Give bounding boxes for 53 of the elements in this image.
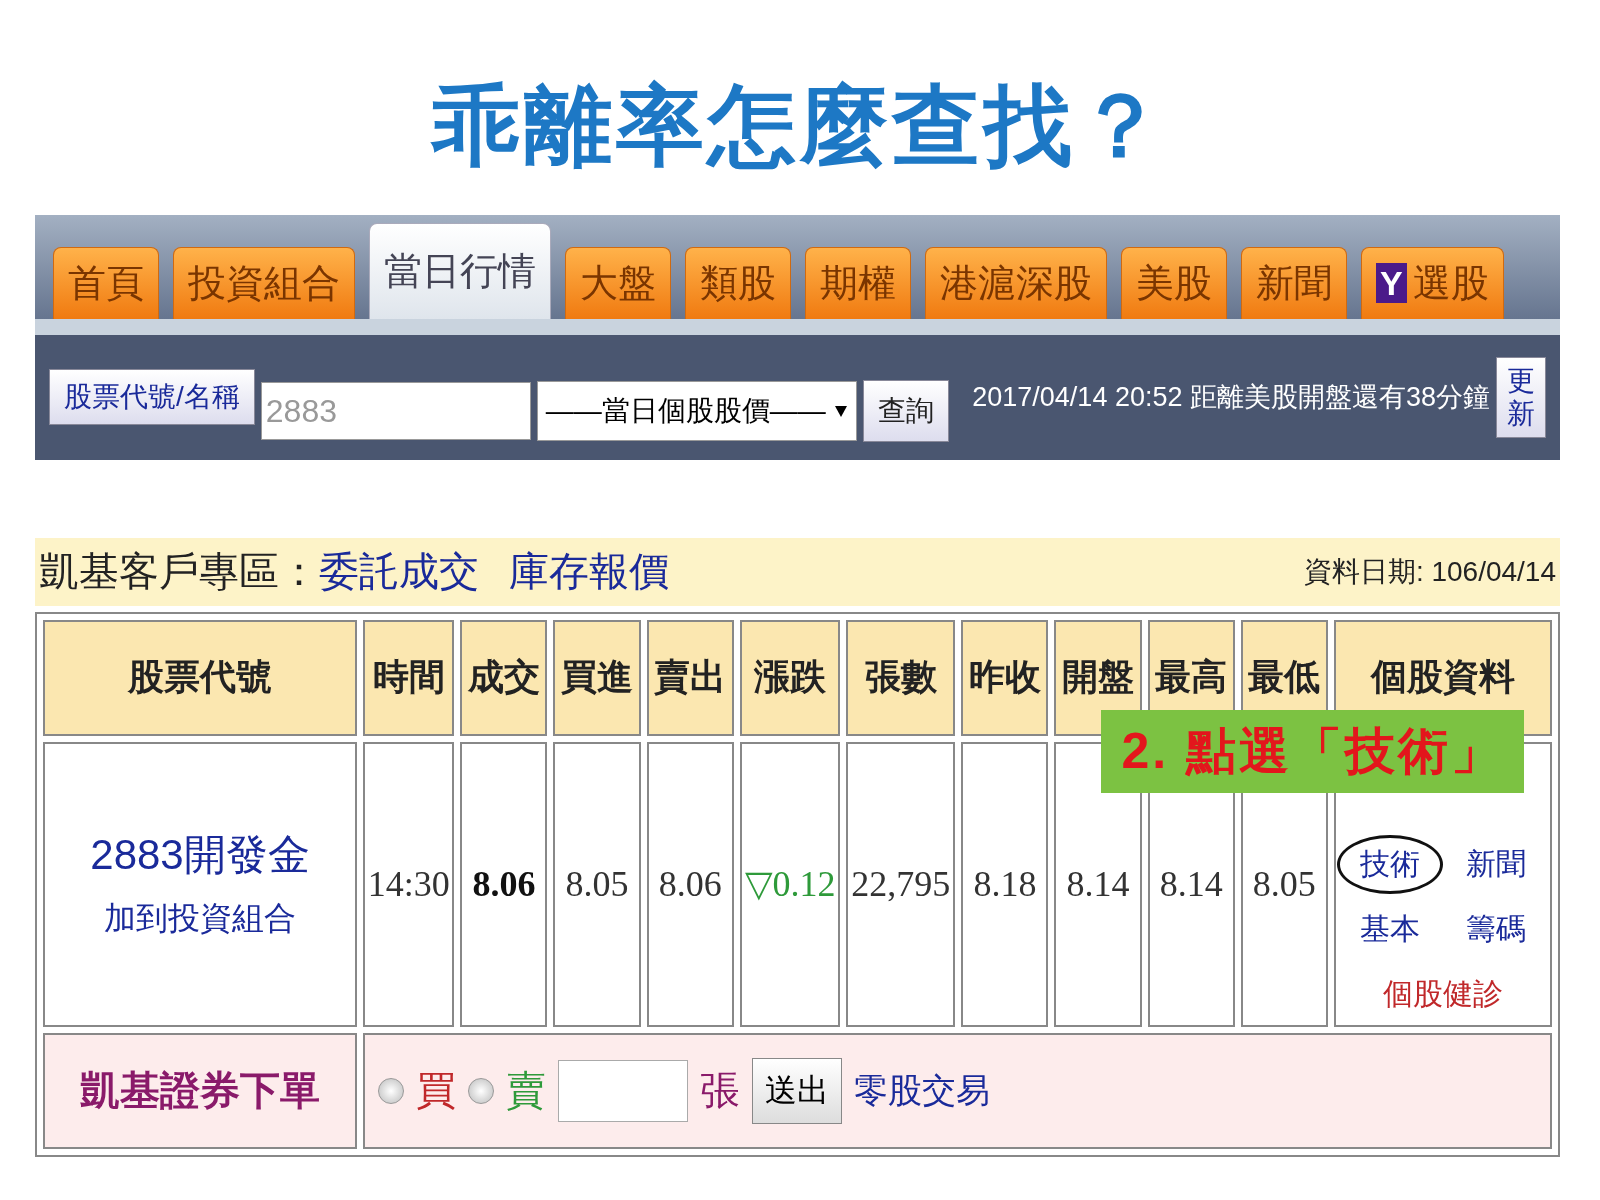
stock-info-link[interactable]: 基本	[1337, 899, 1443, 959]
nav-tab[interactable]: Y 選股	[1361, 246, 1504, 319]
bid-price-cell: 8.05	[553, 741, 641, 1027]
radio-button[interactable]	[468, 1077, 494, 1104]
column-header: 買進	[553, 619, 641, 736]
client-link[interactable]: 庫存報價	[509, 544, 669, 600]
client-area-label: 凱基客戶專區：	[39, 548, 319, 596]
column-header: 股票代號	[43, 619, 357, 736]
column-header: 賣出	[646, 619, 734, 736]
ask-price-cell: 8.06	[646, 741, 734, 1027]
nav-tab[interactable]: 美股	[1121, 246, 1227, 319]
nav-tab[interactable]: 新聞	[1241, 246, 1347, 319]
column-header: 張數	[846, 619, 956, 736]
search-type-button[interactable]: 股票代號/名稱	[49, 369, 255, 426]
stock-link[interactable]: 2883開發金	[90, 827, 310, 884]
query-button[interactable]: 查詢	[862, 380, 949, 443]
quantity-field[interactable]	[558, 1059, 688, 1122]
nav-tab[interactable]: 首頁	[53, 246, 159, 319]
last-price-cell: 8.06	[460, 741, 548, 1027]
unit-label: 張	[700, 1067, 740, 1115]
odd-lot-link[interactable]: 零股交易	[854, 1067, 990, 1114]
stock-info-link[interactable]: 新聞	[1443, 834, 1549, 894]
nav-tab[interactable]: 類股	[685, 246, 791, 319]
submit-button[interactable]: 送出	[752, 1057, 842, 1124]
radio-label: 買	[416, 1067, 456, 1115]
volume-cell: 22,795	[846, 741, 956, 1027]
nav-tab[interactable]: 港滬深股	[925, 246, 1107, 319]
column-header: 時間	[363, 619, 455, 736]
logo-badge: Y	[1376, 263, 1407, 304]
nav-tab[interactable]: 期權	[805, 246, 911, 319]
nav-tab[interactable]: 大盤	[565, 246, 671, 319]
column-header: 漲跌	[739, 619, 841, 736]
previous-close-cell: 8.18	[961, 741, 1049, 1027]
circled-link[interactable]: 技術	[1337, 834, 1443, 894]
radio-button[interactable]	[378, 1077, 404, 1104]
column-header: 成交	[460, 619, 548, 736]
client-link[interactable]: 委託成交	[319, 544, 479, 600]
stock-info-link[interactable]: 個股健診	[1337, 964, 1549, 1024]
caret-icon	[833, 404, 848, 419]
column-header: 昨收	[961, 619, 1049, 736]
radio-label: 賣	[506, 1067, 546, 1115]
add-to-portfolio-link[interactable]: 加到投資組合	[104, 897, 296, 942]
market-status-text: 2017/04/14 20:52 距離美股開盤還有38分鐘	[971, 381, 1490, 415]
refresh-button[interactable]: 更新	[1496, 356, 1546, 438]
slide-title: 乖離率怎麼查找？	[432, 78, 1168, 175]
nav-tab[interactable]: 投資組合	[173, 246, 355, 319]
quote-type-dropdown[interactable]: ——當日個股股價——	[536, 381, 857, 442]
data-date-text: 資料日期: 106/04/14	[1303, 554, 1556, 589]
price-change-cell: ▽0.12	[739, 741, 841, 1027]
order-label: 凱基證券下單	[43, 1032, 357, 1149]
stock-info-link[interactable]: 籌碼	[1443, 899, 1549, 959]
nav-tab[interactable]: 當日行情	[369, 222, 551, 319]
quote-time-cell: 14:30	[363, 741, 455, 1027]
